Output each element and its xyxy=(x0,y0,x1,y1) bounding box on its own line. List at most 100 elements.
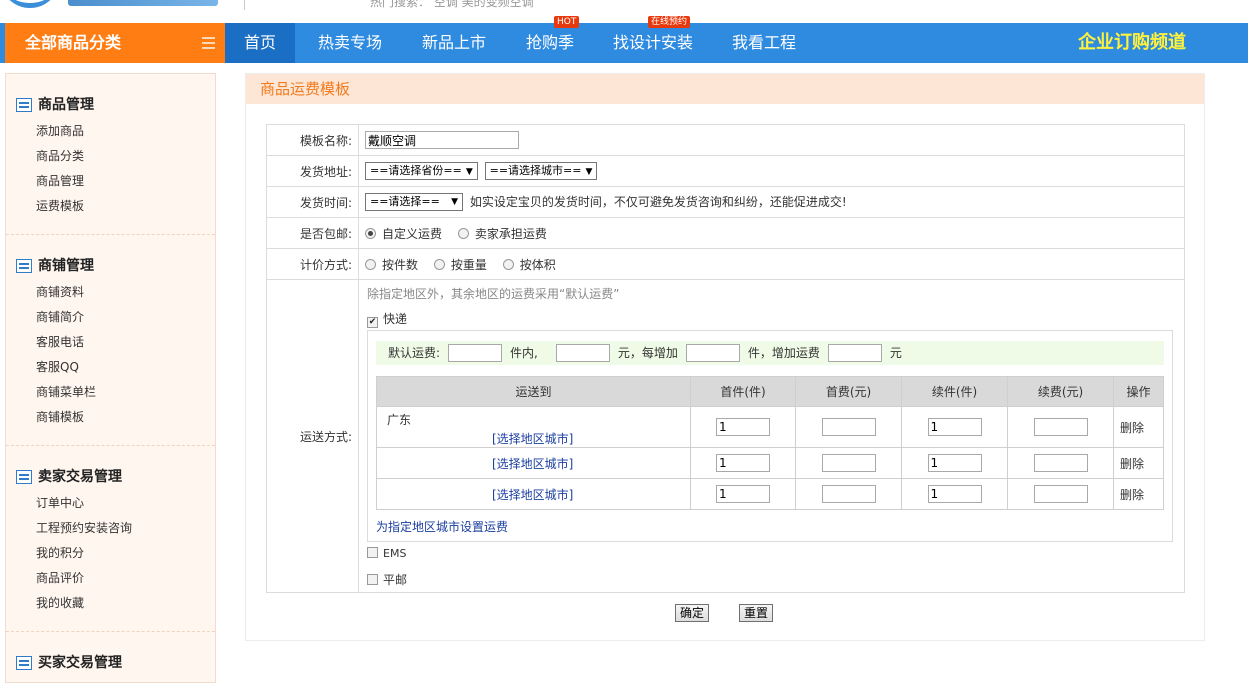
nav-item-flash-sale[interactable]: 抢购季 HOT xyxy=(518,16,582,63)
sidebar-group-title: 卖家交易管理 xyxy=(16,466,122,488)
sidebar-divider xyxy=(6,234,215,235)
sidebar-link-my-points[interactable]: 我的积分 xyxy=(36,543,84,563)
default-first-fee-input[interactable] xyxy=(555,344,610,362)
next-qty-input[interactable] xyxy=(927,418,982,436)
next-fee-input[interactable] xyxy=(1033,418,1088,436)
list-icon xyxy=(16,656,32,670)
ship-address-label: 发货地址: xyxy=(266,155,359,187)
sidebar-link-shop-menu[interactable]: 商铺菜单栏 xyxy=(36,382,96,402)
nav-item-design-install[interactable]: 找设计安装 在线预约 xyxy=(606,16,700,63)
all-categories-button[interactable]: 全部商品分类 xyxy=(5,23,225,63)
radio-icon xyxy=(365,258,376,270)
list-icon xyxy=(16,259,32,273)
radio-seller-pays[interactable]: 卖家承担运费 xyxy=(457,227,547,241)
online-booking-badge: 在线预约 xyxy=(648,16,691,28)
main-nav: 全部商品分类 首页 热卖专场 新品上市 抢购季 HOT 找设计安装 在线预约 我… xyxy=(0,16,1248,63)
province-select[interactable]: ==请选择省份== ▼ xyxy=(365,162,478,180)
radio-custom-fee[interactable]: 自定义运费 xyxy=(365,227,442,241)
sidebar-link-goods-manage[interactable]: 商品管理 xyxy=(36,171,84,191)
delete-link[interactable]: 删除 xyxy=(1113,478,1164,510)
radio-by-weight[interactable]: 按重量 xyxy=(433,258,487,272)
first-qty-input[interactable] xyxy=(716,418,770,436)
first-fee-input[interactable] xyxy=(821,485,876,503)
sidebar-link-shop-template[interactable]: 商铺模板 xyxy=(36,407,84,427)
area-fee-table: 运送到 首件(件) 首费(元) 续件(件) 续费(元) 操作 广东 [选择地区城… xyxy=(376,376,1164,510)
default-first-qty-input[interactable] xyxy=(448,344,503,362)
col-header-operation: 操作 xyxy=(1113,376,1164,407)
default-add-qty-input[interactable] xyxy=(685,344,740,362)
list-icon xyxy=(16,98,32,112)
nav-item-flash-sale-label: 抢购季 xyxy=(525,33,574,52)
top-header: 热门搜索： 空调 美的变频空调 xyxy=(0,0,1248,23)
sidebar: 商品管理 添加商品 商品分类 商品管理 运费模板 商铺管理 商铺资料 商铺简介 … xyxy=(5,73,216,683)
next-qty-input[interactable] xyxy=(927,485,982,503)
nav-item-new-arrivals[interactable]: 新品上市 xyxy=(414,23,494,63)
next-fee-input[interactable] xyxy=(1033,454,1088,472)
logo-icon[interactable] xyxy=(0,0,60,8)
dropdown-arrow-icon: ▼ xyxy=(451,197,458,208)
area-name: 广东 xyxy=(387,413,412,427)
set-area-fee-link[interactable]: 为指定地区城市设置运费 xyxy=(376,518,508,535)
template-name-input[interactable] xyxy=(365,131,519,149)
radio-checked-icon xyxy=(365,227,376,239)
pricing-label: 计价方式: xyxy=(266,248,359,280)
sidebar-link-install-consult[interactable]: 工程预约安装咨询 xyxy=(36,518,132,538)
surface-mail-checkbox[interactable]: 平邮 xyxy=(367,571,407,588)
delete-link[interactable]: 删除 xyxy=(1113,447,1164,479)
enterprise-channel-link[interactable]: 企业订购频道 xyxy=(1078,23,1186,63)
shipping-template-panel: 商品运费模板 模板名称: 发货地址: ==请选择省份==▼ ==请选择城市==▼… xyxy=(245,73,1205,641)
sidebar-group-title: 买家交易管理 xyxy=(16,652,122,674)
radio-by-volume[interactable]: 按体积 xyxy=(502,258,556,272)
dropdown-arrow-icon: ▼ xyxy=(585,167,593,177)
nav-item-home[interactable]: 首页 xyxy=(225,23,295,63)
sidebar-link-favorites[interactable]: 我的收藏 xyxy=(36,593,84,613)
sidebar-link-service-phone[interactable]: 客服电话 xyxy=(36,332,84,352)
choose-area-link[interactable]: [选择地区城市] xyxy=(492,488,573,502)
nav-item-projects[interactable]: 我看工程 xyxy=(724,23,804,63)
ship-time-select[interactable]: ==请选择== ▼ xyxy=(365,193,463,212)
choose-area-link[interactable]: [选择地区城市] xyxy=(492,430,573,447)
sidebar-divider xyxy=(6,631,215,632)
ship-time-label: 发货时间: xyxy=(266,186,359,218)
sidebar-group-title: 商品管理 xyxy=(16,94,94,116)
col-header-first-qty: 首件(件) xyxy=(690,376,796,407)
sidebar-link-goods-category[interactable]: 商品分类 xyxy=(36,146,84,166)
header-divider xyxy=(244,0,245,10)
delete-link[interactable]: 删除 xyxy=(1113,406,1164,448)
logo-wordmark[interactable] xyxy=(68,0,218,6)
radio-icon xyxy=(502,258,514,270)
next-fee-input[interactable] xyxy=(1033,485,1088,503)
sidebar-link-order-center[interactable]: 订单中心 xyxy=(36,493,84,513)
hot-search-text[interactable]: 热门搜索： 空调 美的变频空调 xyxy=(370,0,534,10)
ship-time-hint: 如实设定宝贝的发货时间，不仅可避免发货咨询和纠纷，还能促进成交! xyxy=(469,194,847,209)
sidebar-link-shop-info[interactable]: 商铺资料 xyxy=(36,282,84,302)
sidebar-link-shop-intro[interactable]: 商铺简介 xyxy=(36,307,84,327)
nav-item-hot-sale[interactable]: 热卖专场 xyxy=(310,23,390,63)
first-fee-input[interactable] xyxy=(821,454,876,472)
sidebar-link-goods-review[interactable]: 商品评价 xyxy=(36,568,84,588)
radio-by-piece[interactable]: 按件数 xyxy=(365,258,418,272)
all-categories-label: 全部商品分类 xyxy=(25,33,122,52)
ems-checkbox[interactable]: EMS xyxy=(367,546,406,560)
reset-button[interactable]: 重置 xyxy=(739,604,773,622)
confirm-button[interactable]: 确定 xyxy=(675,604,709,622)
sidebar-group-title: 商铺管理 xyxy=(16,255,94,277)
next-qty-input[interactable] xyxy=(927,454,982,472)
list-icon xyxy=(16,470,32,484)
col-header-next-qty: 续件(件) xyxy=(901,376,1008,407)
col-header-first-fee: 首费(元) xyxy=(795,376,902,407)
sidebar-link-service-qq[interactable]: 客服QQ xyxy=(36,357,79,377)
default-add-fee-input[interactable] xyxy=(827,344,882,362)
nav-item-design-install-label: 找设计安装 xyxy=(612,33,693,52)
sidebar-link-add-goods[interactable]: 添加商品 xyxy=(36,121,84,141)
city-select[interactable]: ==请选择城市== ▼ xyxy=(484,162,598,180)
sidebar-link-shipping-template[interactable]: 运费模板 xyxy=(36,196,84,216)
radio-icon xyxy=(433,258,445,270)
choose-area-link[interactable]: [选择地区城市] xyxy=(492,457,573,471)
panel-title: 商品运费模板 xyxy=(246,74,1204,104)
first-fee-input[interactable] xyxy=(821,418,876,436)
express-checkbox[interactable]: ✔ 快递 xyxy=(367,310,407,328)
first-qty-input[interactable] xyxy=(716,485,770,503)
table-row: 广东 [选择地区城市] 删除 xyxy=(376,406,1164,448)
first-qty-input[interactable] xyxy=(716,454,770,472)
